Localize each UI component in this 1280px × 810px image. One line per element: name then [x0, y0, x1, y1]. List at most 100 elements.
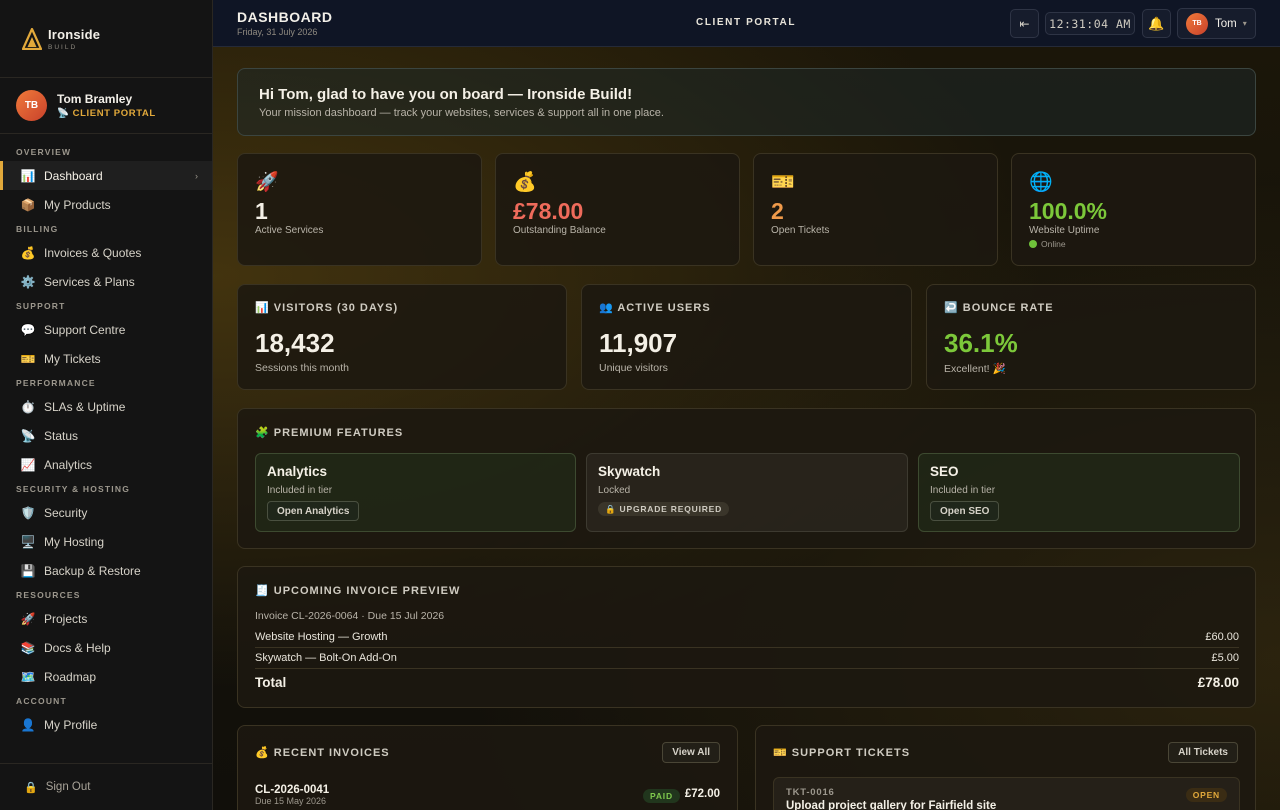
collapse-icon: ⇤ [1019, 16, 1030, 31]
sidebar-item-label: Projects [44, 611, 88, 626]
sidebar-item-support-centre[interactable]: 💬 Support Centre [0, 315, 212, 344]
security-icon: 🛡️ [20, 505, 36, 520]
money-bag-icon: 💰 [255, 747, 270, 759]
upgrade-required-badge: 🔒 UPGRADE REQUIRED [598, 502, 730, 516]
sign-out-button[interactable]: 🔒 Sign Out [0, 763, 213, 810]
welcome-subtitle: Your mission dashboard — track your webs… [259, 107, 664, 119]
receipt-icon: 🧾 [255, 585, 270, 597]
metric-value: 36.1% [944, 328, 1018, 358]
all-tickets-button[interactable]: All Tickets [1168, 742, 1238, 763]
sidebar-item-label: Dashboard [44, 168, 103, 183]
ticket-icon: 🎫 [771, 172, 795, 193]
sidebar-item-label: Support Centre [44, 322, 126, 337]
sidebar-item-label: My Profile [44, 717, 98, 732]
welcome-banner: Hi Tom, glad to have you on board — Iron… [237, 68, 1256, 136]
avatar: TB [16, 90, 47, 121]
total-amount: £78.00 [1197, 675, 1239, 690]
invoice-id[interactable]: CL-2026-0041 [255, 784, 329, 796]
sidebar-item-label: Backup & Restore [44, 563, 141, 578]
sidebar-item-label: Analytics [44, 457, 93, 472]
backup-and-restore-icon: 💾 [20, 563, 36, 578]
sidebar-item-label: My Products [44, 197, 111, 212]
my-profile-icon: 👤 [20, 717, 36, 732]
notifications-button[interactable]: 🔔 [1142, 9, 1171, 38]
my-hosting-icon: 🖥️ [20, 534, 36, 549]
sidebar-item-backup-and-restore[interactable]: 💾 Backup & Restore [0, 556, 212, 585]
open-analytics-button[interactable]: Open Analytics [267, 501, 360, 521]
my-products-icon: 📦 [20, 197, 36, 212]
clock: 12:31:04 AM [1045, 12, 1135, 35]
roadmap-icon: 🗺️ [20, 669, 36, 684]
invoice-amount: £72.00 [684, 788, 720, 800]
feature-name: Analytics [267, 464, 328, 479]
welcome-title: Hi Tom, glad to have you on board — Iron… [259, 86, 633, 103]
return-arrow-icon: ↩️ [944, 302, 959, 314]
online-label: Online [1041, 239, 1066, 249]
feature-desc: Locked [598, 485, 631, 496]
sidebar-item-my-tickets[interactable]: 🎫 My Tickets [0, 344, 212, 373]
feature-name: SEO [930, 464, 959, 479]
nav-section-label: SUPPORT [16, 301, 66, 311]
chevron-right-icon: › [195, 170, 198, 181]
open-seo-button[interactable]: Open SEO [930, 501, 1000, 521]
user-menu-button[interactable]: TB Tom ▾ [1177, 8, 1256, 39]
support-tickets-panel: 🎫 SUPPORT TICKETS All Tickets TKT-0016 U… [755, 725, 1256, 810]
stat-label: Website Uptime [1029, 225, 1100, 236]
status-badge: OPEN [1185, 788, 1227, 802]
metric-value: 18,432 [255, 328, 335, 358]
stat-value: £78.00 [513, 198, 584, 224]
sidebar-item-my-hosting[interactable]: 🖥️ My Hosting [0, 527, 212, 556]
chevron-down-icon: ▾ [1242, 19, 1247, 28]
stat-label: Outstanding Balance [513, 225, 606, 236]
metric-title: VISITORS (30 DAYS) [273, 302, 399, 314]
money-bag-icon: 💰 [513, 172, 537, 193]
stat-value: 100.0% [1029, 198, 1108, 224]
globe-icon: 🌐 [1029, 172, 1053, 193]
nav-section-label: RESOURCES [16, 590, 81, 600]
brand[interactable]: Ironside BUILD [0, 0, 212, 78]
view-all-invoices-button[interactable]: View All [662, 742, 720, 763]
row-label: Skywatch — Bolt-On Add-On [255, 652, 397, 664]
ticket-item[interactable]: TKT-0016 Upload project gallery for Fair… [773, 777, 1240, 810]
stat-card-website-uptime[interactable]: 🌐 100.0% Website Uptime Online [1011, 153, 1256, 266]
sidebar-item-label: Docs & Help [44, 640, 111, 655]
sidebar-item-analytics[interactable]: 📈 Analytics [0, 450, 212, 479]
sidebar-item-projects[interactable]: 🚀 Projects [0, 604, 212, 633]
sidebar-item-my-products[interactable]: 📦 My Products [0, 190, 212, 219]
sidebar-item-roadmap[interactable]: 🗺️ Roadmap [0, 662, 212, 691]
stat-card-open-tickets[interactable]: 🎫 2 Open Tickets [753, 153, 998, 266]
support-centre-icon: 💬 [20, 322, 36, 337]
feature-seo: SEO Included in tier Open SEO [918, 453, 1240, 532]
sidebar-item-my-profile[interactable]: 👤 My Profile [0, 710, 212, 739]
section-title: SUPPORT TICKETS [791, 747, 911, 759]
rocket-icon: 🚀 [255, 172, 279, 193]
premium-features-panel: 🧩 PREMIUM FEATURES Analytics Included in… [237, 408, 1256, 549]
ticket-icon: 🎫 [773, 747, 788, 759]
portal-label: CLIENT PORTAL [696, 17, 797, 28]
nav-section-label: BILLING [16, 224, 59, 234]
row-amount: £60.00 [1205, 631, 1239, 643]
feature-name: Skywatch [598, 464, 661, 479]
sidebar-item-security[interactable]: 🛡️ Security [0, 498, 212, 527]
nav-section-label: ACCOUNT [16, 696, 67, 706]
feature-analytics: Analytics Included in tier Open Analytic… [255, 453, 576, 532]
recent-invoices-panel: 💰 RECENT INVOICES View All CL-2026-0041 … [237, 725, 738, 810]
sidebar-item-dashboard[interactable]: 📊 Dashboard › [0, 161, 212, 190]
collapse-sidebar-button[interactable]: ⇤ [1010, 9, 1039, 38]
stat-label: Active Services [255, 225, 324, 236]
invoice-row: Website Hosting — Growth £60.00 [255, 627, 1239, 648]
stat-value: 1 [255, 198, 268, 224]
brand-subtitle: BUILD [48, 43, 78, 51]
puzzle-icon: 🧩 [255, 427, 270, 439]
chart-icon: 📊 [255, 302, 270, 314]
sidebar-item-docs-and-help[interactable]: 📚 Docs & Help [0, 633, 212, 662]
stat-card-outstanding-balance[interactable]: 💰 £78.00 Outstanding Balance [495, 153, 740, 266]
metric-card-visitors: 📊 VISITORS (30 DAYS) 18,432 Sessions thi… [237, 284, 567, 390]
sidebar-item-slas-and-uptime[interactable]: ⏱️ SLAs & Uptime [0, 392, 212, 421]
stat-card-active-services[interactable]: 🚀 1 Active Services [237, 153, 482, 266]
sidebar-item-services-and-plans[interactable]: ⚙️ Services & Plans [0, 267, 212, 296]
user-block[interactable]: TB Tom Bramley 📡 CLIENT PORTAL [0, 78, 212, 134]
sidebar-item-label: Security [44, 505, 88, 520]
sidebar-item-status[interactable]: 📡 Status [0, 421, 212, 450]
sidebar-item-invoices-and-quotes[interactable]: 💰 Invoices & Quotes [0, 238, 212, 267]
